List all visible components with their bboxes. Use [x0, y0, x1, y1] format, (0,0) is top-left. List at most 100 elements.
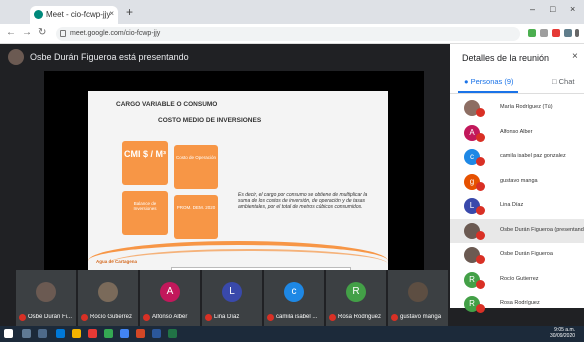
tab-chat-label: Chat [558, 77, 575, 86]
participant-name: Osbe Durán Fi... [28, 314, 73, 320]
system-clock[interactable]: 9:05 a.m. 30/09/2020 [550, 327, 575, 339]
search-icon[interactable] [22, 329, 31, 338]
presentation-slide: CARGO VARIABLE O CONSUMO COSTO MEDIO DE … [88, 91, 388, 279]
participant-name: Rocío Gutierrez [90, 314, 133, 320]
participant-name: gustavo manga [500, 177, 538, 184]
shared-screen: CARGO VARIABLE O CONSUMO COSTO MEDIO DE … [44, 71, 424, 281]
participant-name: Rosa Rodríguez [500, 300, 540, 306]
mic-off-icon [476, 181, 485, 191]
word-icon[interactable] [152, 329, 161, 338]
participant-tile[interactable]: c camila isabel ... [264, 270, 324, 326]
chrome-icon[interactable] [120, 329, 129, 338]
participant-name: gustavo manga [400, 314, 442, 320]
mic-off-icon [81, 314, 88, 321]
participant-row[interactable]: L Lina Díaz [450, 194, 584, 218]
meet-favicon-icon [34, 10, 43, 19]
minimize-button[interactable]: – [530, 4, 535, 14]
extension-icon[interactable] [540, 29, 548, 37]
excel-icon[interactable] [168, 329, 177, 338]
participant-row[interactable]: c camila isabel paz gonzalez [450, 145, 584, 169]
tab-chat[interactable]: □ Chat [552, 77, 574, 86]
meeting-details-panel: Detalles de la reunión × ● Personas (9) … [450, 44, 584, 313]
participant-tile[interactable]: Osbe Durán Fi... [16, 270, 76, 326]
explorer-icon[interactable] [72, 329, 81, 338]
participant-tile[interactable]: R Rosa Rodriguez [326, 270, 386, 326]
maximize-button[interactable]: □ [550, 4, 555, 14]
slide-title: CARGO VARIABLE O CONSUMO [116, 101, 218, 108]
avatar [36, 282, 56, 302]
mic-off-icon [476, 132, 485, 142]
edge-icon[interactable] [56, 329, 65, 338]
divider [450, 93, 584, 94]
lock-icon [60, 30, 66, 37]
browser-tab-bar: Meet - cio-fcwp-jjy × + – □ × [0, 0, 584, 24]
presenter-avatar [8, 49, 24, 65]
slide-body-text: Es decir, el cargo por consumo se obtien… [238, 192, 368, 210]
more-menu-icon[interactable] [575, 29, 579, 37]
avatar [408, 282, 428, 302]
close-window-button[interactable]: × [570, 4, 575, 14]
presenter-banner: Osbe Durán Figueroa está presentando [8, 49, 189, 65]
participant-row[interactable]: R Rosa Rodríguez [450, 292, 584, 316]
participant-row[interactable]: Osbe Durán Figueroa (presentando) [450, 218, 584, 243]
participant-strip: Osbe Durán Fi... Rocío Gutierrez A Alfonso … [0, 270, 450, 326]
participant-name: Alfonso Alber [500, 128, 533, 135]
address-bar-row: ← → ↻ meet.google.com/cio-fcwp-jjy [0, 24, 584, 44]
participant-tile[interactable]: gustavo manga [388, 270, 448, 326]
mic-off-icon [205, 314, 212, 321]
operation-box: Costo de Operación [174, 145, 218, 189]
presenter-text: Osbe Durán Figueroa está presentando [30, 52, 189, 62]
extension-icon[interactable] [552, 29, 560, 37]
mic-off-icon [476, 255, 485, 264]
participant-tile[interactable]: Rocío Gutierrez [78, 270, 138, 326]
mic-off-icon [476, 206, 485, 215]
extension-icon[interactable] [564, 29, 572, 37]
url-input[interactable]: meet.google.com/cio-fcwp-jjy [56, 27, 520, 41]
participant-tile[interactable]: L Lina Díaz [202, 270, 262, 326]
taskbar: 9:05 a.m. 30/09/2020 [0, 326, 584, 342]
participant-name: Rocío Gutierrez [500, 275, 539, 282]
app-icon[interactable] [88, 329, 97, 338]
panel-title: Detalles de la reunión [462, 53, 550, 63]
avatar: L [222, 282, 242, 302]
participant-name: Osbe Durán Figueroa (presentando) [500, 226, 584, 233]
participant-row[interactable]: A Alfonso Alber [450, 121, 584, 145]
avatar [98, 282, 118, 302]
participant-name: camila isabel paz gonzalez [500, 153, 566, 159]
forward-icon[interactable]: → [22, 27, 32, 38]
tab-people-label: Personas (9) [470, 77, 514, 86]
participant-tile[interactable]: A Alfonso Alber [140, 270, 200, 326]
extension-icon[interactable] [528, 29, 536, 37]
participant-row[interactable]: R Rocío Gutierrez [450, 268, 584, 292]
participant-name: camila isabel ... [276, 314, 318, 320]
reload-icon[interactable]: ↻ [38, 27, 46, 38]
participant-name: Osbe Durán Figueroa [500, 251, 553, 257]
browser-tab[interactable]: Meet - cio-fcwp-jjy × [30, 6, 118, 24]
mic-off-icon [476, 108, 485, 117]
mic-off-icon [391, 314, 398, 321]
participant-name: Lina Díaz [500, 202, 524, 208]
participant-name: Lina Díaz [214, 314, 240, 320]
back-icon[interactable]: ← [6, 27, 16, 38]
participant-row[interactable]: Osbe Durán Figueroa [450, 243, 584, 267]
participant-row[interactable]: g gustavo manga [450, 170, 584, 194]
app-icon[interactable] [104, 329, 113, 338]
cmi-box: CMI $ / M³ [122, 141, 168, 185]
tab-title: Meet - cio-fcwp-jjy [46, 10, 111, 19]
tab-people[interactable]: ● Personas (9) [464, 77, 514, 86]
url-text: meet.google.com/cio-fcwp-jjy [70, 30, 161, 37]
investment-box: Balance de Inversiones [122, 191, 168, 235]
avatar: c [284, 282, 304, 302]
participant-row[interactable]: María Rodríguez (Tú) [450, 96, 584, 120]
tab-close-icon[interactable]: × [109, 9, 114, 18]
mic-off-icon [476, 304, 485, 313]
avatar: R [346, 282, 366, 302]
mic-off-icon [143, 314, 150, 321]
slide-subtitle: COSTO MEDIO DE INVERSIONES [158, 117, 262, 124]
start-icon[interactable] [4, 329, 13, 338]
new-tab-button[interactable]: + [126, 5, 133, 19]
close-panel-icon[interactable]: × [572, 51, 578, 62]
powerpoint-icon[interactable] [136, 329, 145, 338]
mic-off-icon [476, 157, 485, 166]
task-view-icon[interactable] [38, 329, 47, 338]
